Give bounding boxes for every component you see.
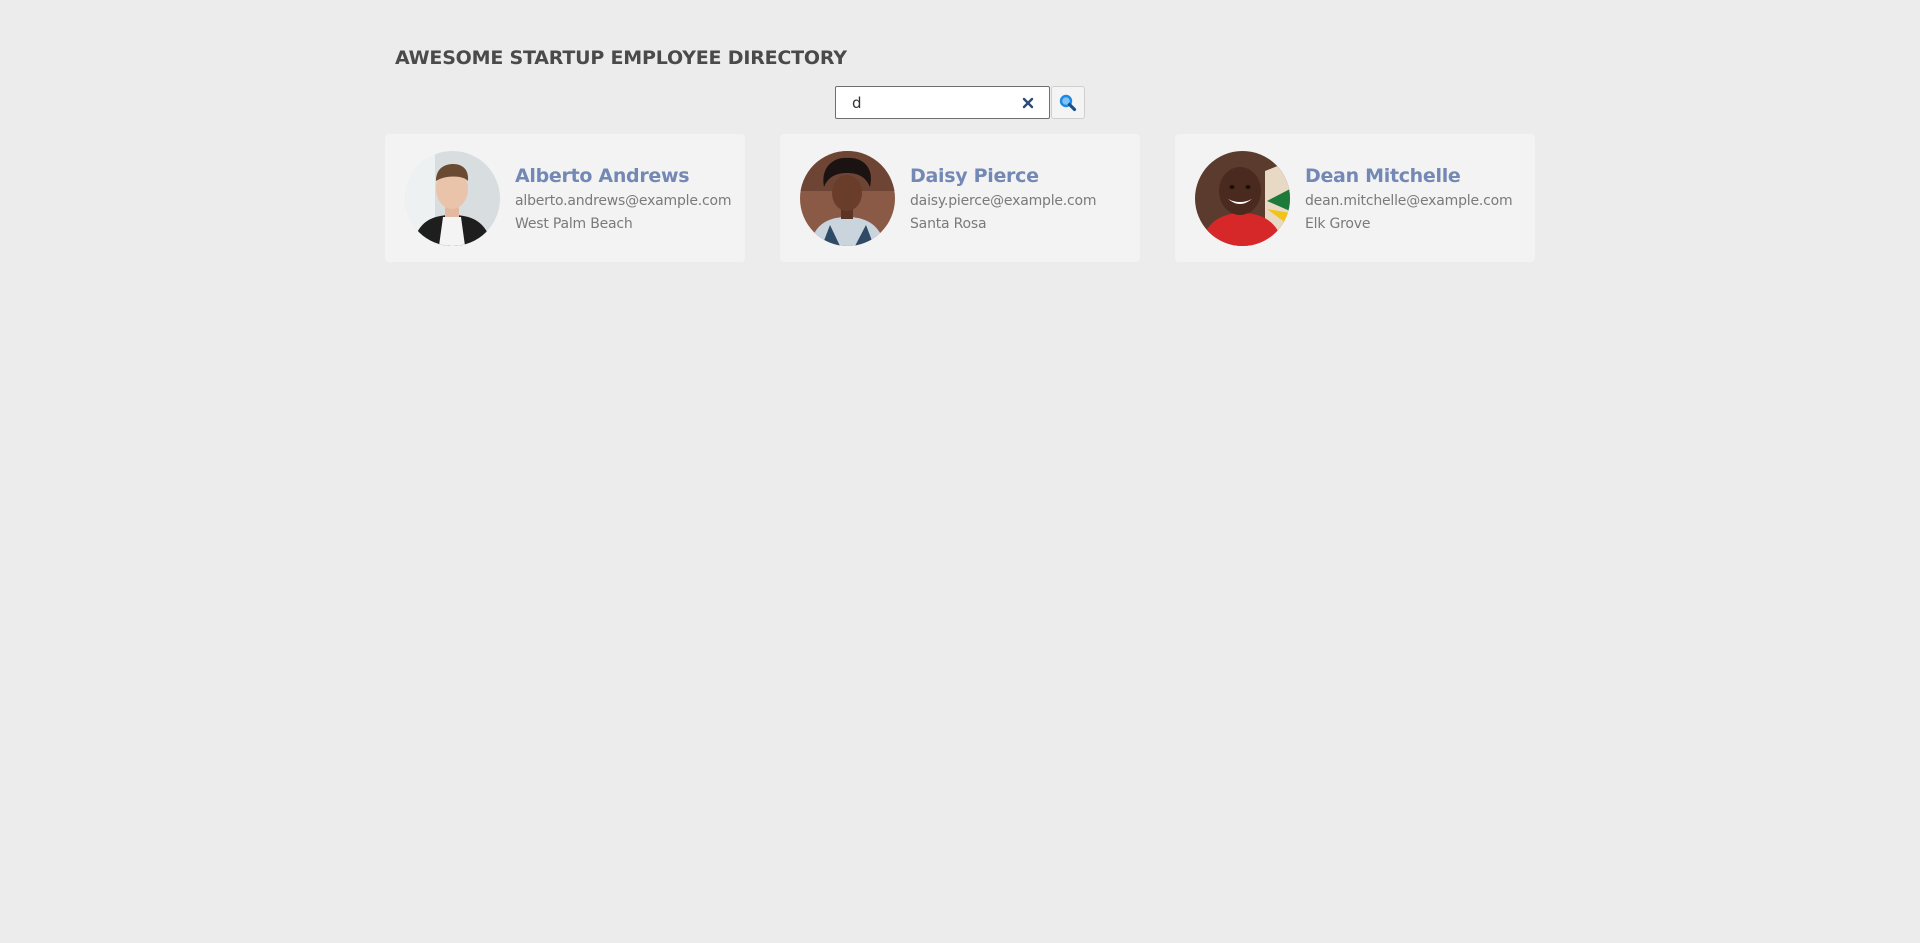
avatar (800, 150, 895, 246)
employee-email: alberto.andrews@example.com (515, 192, 732, 209)
employee-city: Santa Rosa (910, 215, 987, 232)
employee-card[interactable]: Alberto Andrews alberto.andrews@example.… (385, 134, 745, 262)
employee-name: Alberto Andrews (515, 164, 690, 187)
page: AWESOME STARTUP EMPLOYEE DIRECTORY d Alb… (0, 0, 1920, 943)
search-form (835, 86, 1085, 119)
close-icon[interactable] (1021, 96, 1035, 110)
page-title: AWESOME STARTUP EMPLOYEE DIRECTORY (395, 47, 847, 69)
employee-city: West Palm Beach (515, 215, 633, 232)
search-button[interactable] (1051, 86, 1085, 119)
avatar (1195, 150, 1290, 246)
avatar (405, 150, 500, 246)
employee-email: dean.mitchelle@example.com (1305, 192, 1513, 209)
employee-info: Daisy Pierce daisy.pierce@example.com Sa… (910, 164, 1097, 232)
employee-list: Alberto Andrews alberto.andrews@example.… (385, 134, 1535, 262)
employee-info: Alberto Andrews alberto.andrews@example.… (515, 164, 732, 232)
employee-name: Dean Mitchelle (1305, 164, 1461, 187)
employee-email: daisy.pierce@example.com (910, 192, 1097, 209)
employee-card[interactable]: Daisy Pierce daisy.pierce@example.com Sa… (780, 134, 1140, 262)
search-box (835, 86, 1050, 119)
search-icon (1059, 94, 1077, 111)
employee-info: Dean Mitchelle dean.mitchelle@example.co… (1305, 164, 1513, 232)
employee-name: Daisy Pierce (910, 164, 1039, 187)
employee-card[interactable]: Dean Mitchelle dean.mitchelle@example.co… (1175, 134, 1535, 262)
employee-city: Elk Grove (1305, 215, 1371, 232)
search-input[interactable] (836, 87, 1049, 118)
